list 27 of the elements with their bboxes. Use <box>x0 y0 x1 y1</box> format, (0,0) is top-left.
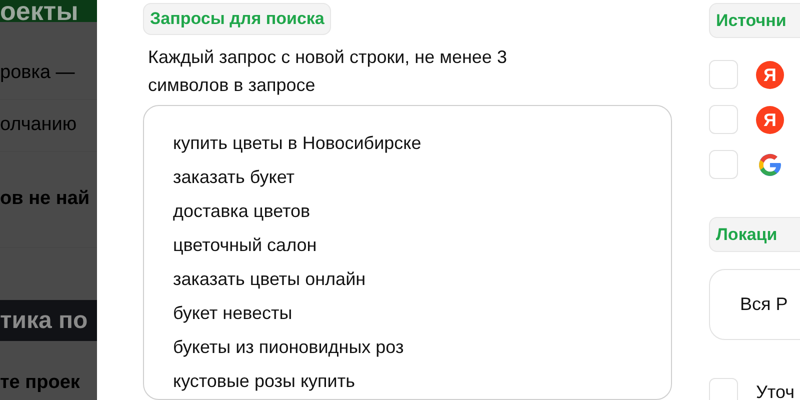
query-line: цветочный салон <box>173 234 317 258</box>
query-line: букеты из пионовидных роз <box>173 336 404 360</box>
yandex-logo-icon: Я <box>756 106 784 134</box>
page-text: ов не най <box>0 187 90 212</box>
query-line: купить цветы в Новосибирске <box>173 132 422 156</box>
checkbox[interactable] <box>709 378 738 400</box>
section-label: Источни <box>709 3 800 38</box>
checkbox[interactable] <box>709 105 738 134</box>
query-line: заказать цветы онлайн <box>173 268 366 292</box>
checkbox-label: Уточ <box>756 381 794 400</box>
page-text: те проек <box>0 371 81 395</box>
hint-text: Каждый запрос с новой строки, не менее 3 символов в запросе <box>147 46 508 98</box>
section-label: Локаци <box>709 217 800 252</box>
page-header: оекты <box>0 0 97 22</box>
location-select[interactable]: Вся Р <box>709 269 800 340</box>
page-text: олчанию <box>0 113 77 138</box>
query-line: заказать букет <box>173 166 294 190</box>
yandex-logo-icon: Я <box>756 60 784 88</box>
checkbox[interactable] <box>709 60 738 89</box>
checkbox[interactable] <box>709 150 738 179</box>
queries-textarea[interactable]: купить цветы в Новосибирске заказать букет доставка цветов цветочный салон заказать цветы онлайн букет невесты букеты из пионовидных роз кустовые розы купить <box>143 105 672 400</box>
section-label: Запросы для поиска <box>143 3 332 36</box>
query-line: кустовые розы купить <box>173 370 355 394</box>
query-line: доставка цветов <box>173 200 310 224</box>
query-line: букет невесты <box>173 302 292 326</box>
section-bar: тика по <box>0 300 97 341</box>
page-text: ровка — <box>0 61 75 86</box>
